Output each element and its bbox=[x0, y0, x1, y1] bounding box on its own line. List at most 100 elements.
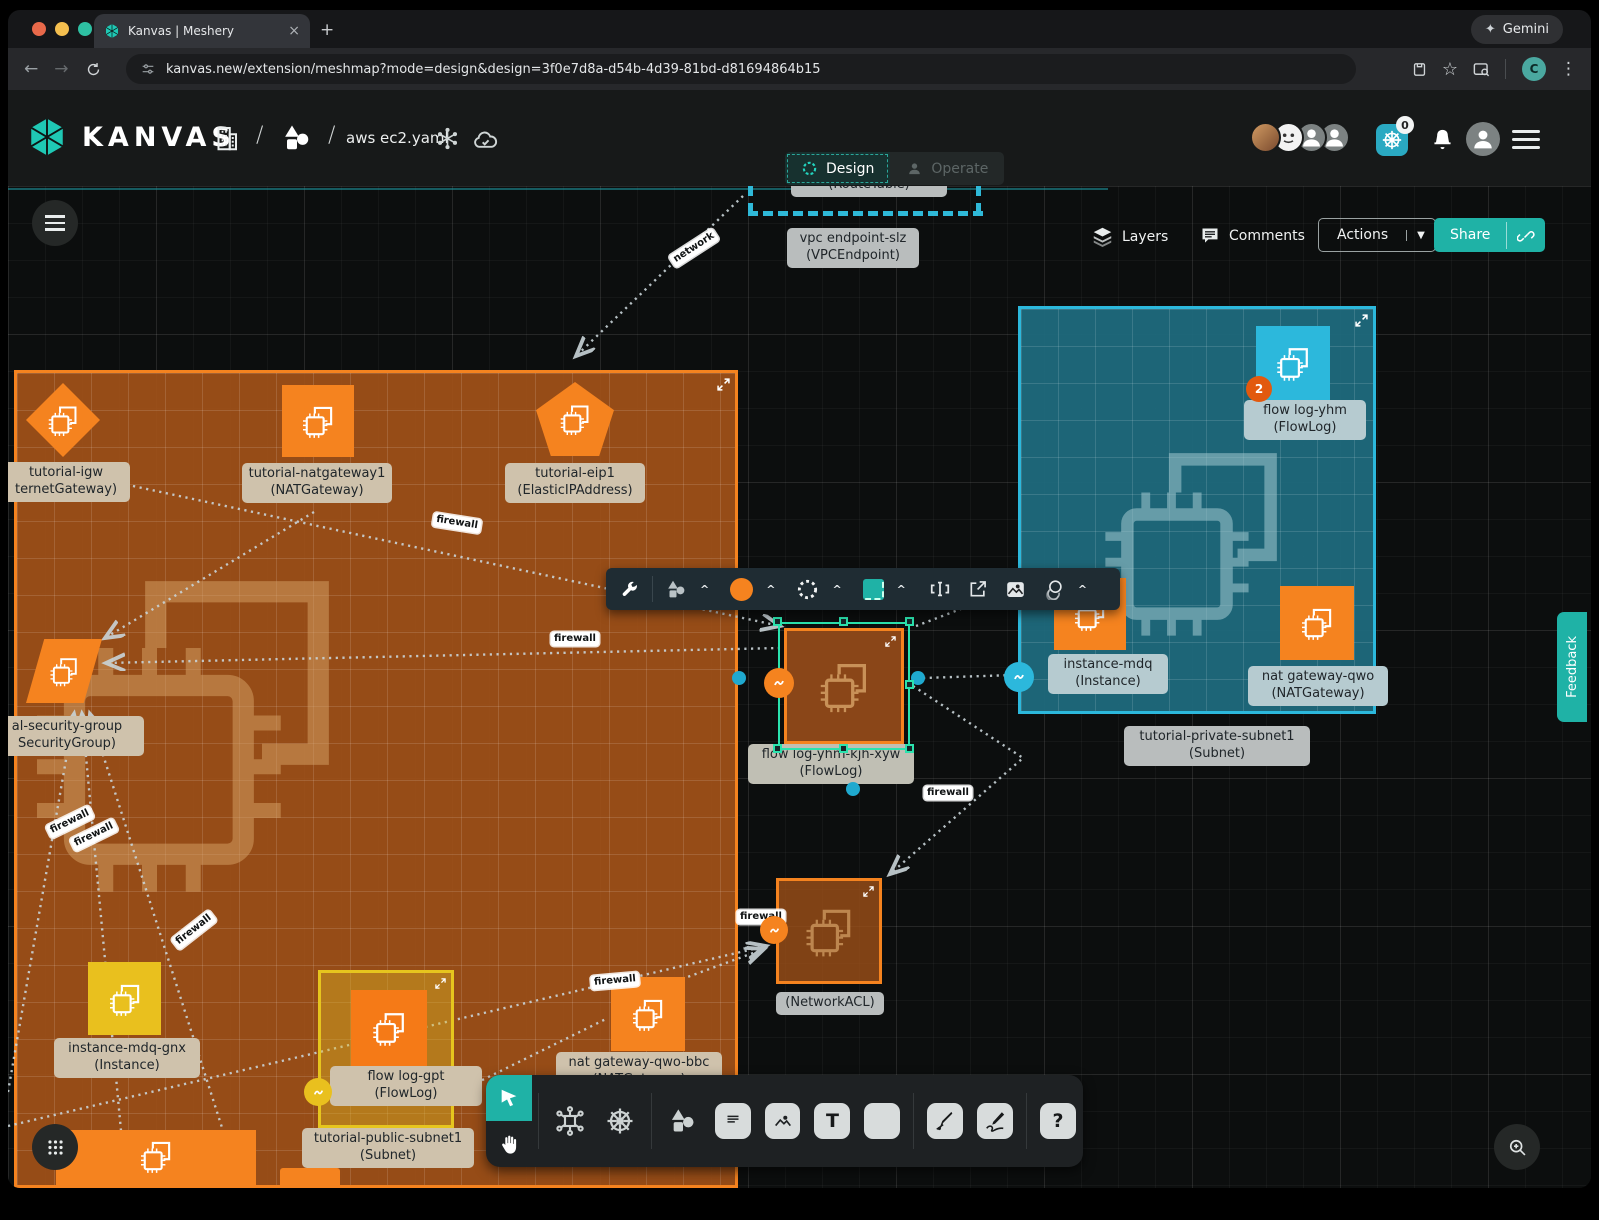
edge-label-firewall-6[interactable]: firewall bbox=[924, 786, 972, 800]
site-settings-icon[interactable] bbox=[140, 61, 156, 77]
layers-button[interactable]: Layers bbox=[1092, 226, 1168, 247]
text-tool-button[interactable]: T bbox=[814, 1103, 850, 1139]
actions-caret-icon[interactable]: ▼ bbox=[1406, 230, 1435, 241]
pan-tool-button[interactable] bbox=[486, 1121, 532, 1167]
kanvas-logo-icon[interactable] bbox=[26, 116, 68, 158]
feedback-tab[interactable]: Feedback bbox=[1557, 612, 1587, 722]
node-flow-log-gpt[interactable] bbox=[351, 990, 427, 1066]
image-tool-button[interactable] bbox=[765, 1103, 801, 1139]
back-icon[interactable]: ← bbox=[24, 59, 38, 79]
actions-button[interactable]: Actions ▼ bbox=[1318, 218, 1436, 252]
node-label-natgateway1[interactable]: tutorial-natgateway1 (NATGateway) bbox=[242, 463, 392, 503]
node-nat-gateway-bbc[interactable] bbox=[611, 977, 685, 1051]
design-file-name[interactable]: aws ec2.yaml bbox=[346, 129, 449, 147]
port-dot[interactable] bbox=[732, 671, 746, 685]
node-label-flow-log-yhm[interactable]: flow log-yhm (FlowLog) bbox=[1244, 400, 1366, 440]
tab-design[interactable]: Design bbox=[785, 152, 890, 185]
meshsync-tool-button[interactable] bbox=[550, 1101, 590, 1141]
notifications-bell-icon[interactable] bbox=[1431, 128, 1454, 151]
url-bar[interactable]: kanvas.new/extension/meshmap?mode=design… bbox=[126, 54, 1356, 84]
share-link-icon[interactable] bbox=[1506, 222, 1545, 249]
refresh-icon[interactable] bbox=[85, 61, 102, 78]
network-acl-badge[interactable] bbox=[760, 916, 788, 944]
node-label-vpc-endpoint[interactable]: vpc endpoint-slz (VPCEndpoint) bbox=[787, 228, 919, 268]
shapes-tool-button[interactable] bbox=[663, 1101, 703, 1141]
comment-tool-button[interactable] bbox=[715, 1103, 751, 1139]
node-label-routetable[interactable]: (RouteTable) bbox=[791, 186, 947, 197]
fill-color-swatch[interactable] bbox=[730, 578, 753, 601]
shape-caret-icon[interactable]: ^ bbox=[897, 583, 906, 596]
node-flow-log-kjh[interactable] bbox=[784, 628, 904, 744]
flow-log-gpt-badge[interactable] bbox=[304, 1078, 332, 1106]
zoom-button[interactable] bbox=[1494, 1124, 1540, 1170]
share-button[interactable]: Share bbox=[1434, 218, 1545, 252]
shapes-caret-icon[interactable]: ^ bbox=[700, 583, 709, 596]
tab-operate[interactable]: Operate bbox=[890, 152, 1004, 185]
gemini-button[interactable]: ✦ Gemini bbox=[1471, 15, 1563, 44]
group-caret-icon[interactable]: ^ bbox=[1078, 583, 1087, 596]
node-natgateway1[interactable] bbox=[282, 385, 354, 457]
resize-icon[interactable] bbox=[435, 978, 446, 989]
node-label-flow-log-gpt[interactable]: flow log-gpt (FlowLog) bbox=[330, 1066, 482, 1106]
node-nat-gateway-qwo[interactable] bbox=[1280, 586, 1354, 660]
node-partial-bottom-left[interactable] bbox=[56, 1130, 256, 1188]
sticky-note-tool-button[interactable] bbox=[864, 1103, 900, 1139]
border-caret-icon[interactable]: ^ bbox=[832, 583, 841, 596]
pen-tool-button[interactable] bbox=[927, 1103, 963, 1139]
select-tool-button[interactable] bbox=[486, 1075, 532, 1121]
resize-icon[interactable] bbox=[863, 886, 874, 897]
group-layers-icon[interactable] bbox=[1043, 578, 1065, 600]
node-instance-gnx[interactable] bbox=[88, 962, 161, 1035]
kubernetes-tool-button[interactable] bbox=[600, 1101, 640, 1141]
browser-menu-icon[interactable]: ⋮ bbox=[1560, 59, 1577, 79]
app-menu-icon[interactable] bbox=[1512, 130, 1540, 149]
search-tabs-icon[interactable] bbox=[1472, 60, 1491, 79]
node-label-instance-mdq[interactable]: instance-mdq (Instance) bbox=[1048, 654, 1168, 694]
node-label-instance-gnx[interactable]: instance-mdq-gnx (Instance) bbox=[54, 1038, 200, 1078]
comments-button[interactable]: Comments bbox=[1200, 226, 1305, 246]
node-label-eip1[interactable]: tutorial-eip1 (ElasticIPAddress) bbox=[505, 463, 645, 503]
add-image-icon[interactable] bbox=[1005, 579, 1026, 600]
new-tab-button[interactable]: + bbox=[320, 20, 334, 40]
bookmark-star-icon[interactable]: ☆ bbox=[1442, 59, 1458, 80]
flow-log-kjh-badge[interactable] bbox=[764, 668, 794, 698]
browser-tab[interactable]: Kanvas | Meshery × bbox=[94, 14, 310, 48]
design-canvas[interactable]: (RouteTable) vpc endpoint-slz (VPCEndpoi… bbox=[8, 186, 1591, 1188]
help-tool-button[interactable]: ? bbox=[1040, 1103, 1076, 1139]
organization-icon[interactable] bbox=[211, 123, 241, 153]
node-label-private-subnet[interactable]: tutorial-private-subnet1 (Subnet) bbox=[1124, 726, 1310, 766]
browser-profile-avatar[interactable]: C bbox=[1522, 57, 1546, 81]
collaborator-avatars[interactable] bbox=[1250, 122, 1380, 154]
freehand-tool-button[interactable] bbox=[977, 1103, 1013, 1139]
node-label-nat-gateway-qwo[interactable]: nat gateway-qwo (NATGateway) bbox=[1248, 666, 1388, 706]
shape-swap-icon[interactable] bbox=[863, 579, 884, 600]
node-network-acl[interactable] bbox=[776, 878, 882, 984]
resize-icon[interactable] bbox=[885, 636, 896, 647]
forward-icon[interactable]: → bbox=[54, 59, 68, 79]
node-label-network-acl[interactable]: (NetworkACL) bbox=[776, 992, 884, 1015]
node-label-security-group[interactable]: al-security-group SecurityGroup) bbox=[8, 716, 144, 756]
shapes-tool-icon[interactable] bbox=[666, 579, 687, 600]
node-partial-bottom[interactable] bbox=[280, 1168, 340, 1188]
subnet-edge-badge[interactable] bbox=[1004, 662, 1034, 692]
flow-log-yhm-count-badge[interactable]: 2 bbox=[1246, 376, 1272, 402]
open-external-icon[interactable] bbox=[968, 579, 988, 599]
canvas-menu-button[interactable] bbox=[32, 200, 78, 246]
node-label-public-subnet[interactable]: tutorial-public-subnet1 (Subnet) bbox=[302, 1128, 474, 1168]
user-avatar[interactable] bbox=[1466, 122, 1500, 156]
tab-close-icon[interactable]: × bbox=[288, 23, 300, 39]
border-style-icon[interactable] bbox=[796, 578, 819, 601]
traffic-light-zoom[interactable] bbox=[78, 22, 92, 36]
fill-caret-icon[interactable]: ^ bbox=[766, 583, 775, 596]
snowflake-icon[interactable] bbox=[436, 127, 459, 150]
cloud-sync-icon[interactable] bbox=[472, 126, 499, 153]
collaborator-avatar-photo[interactable] bbox=[1250, 122, 1281, 153]
workspace-shapes-icon[interactable] bbox=[282, 123, 312, 153]
traffic-light-minimize[interactable] bbox=[55, 22, 69, 36]
edge-label-firewall-2[interactable]: firewall bbox=[551, 632, 599, 646]
apps-grid-button[interactable] bbox=[32, 1124, 78, 1170]
rename-icon[interactable] bbox=[929, 578, 951, 600]
save-icon[interactable] bbox=[1411, 61, 1428, 78]
configure-wrench-icon[interactable] bbox=[620, 580, 639, 599]
node-label-igw[interactable]: tutorial-igw ternetGateway) bbox=[8, 462, 130, 502]
